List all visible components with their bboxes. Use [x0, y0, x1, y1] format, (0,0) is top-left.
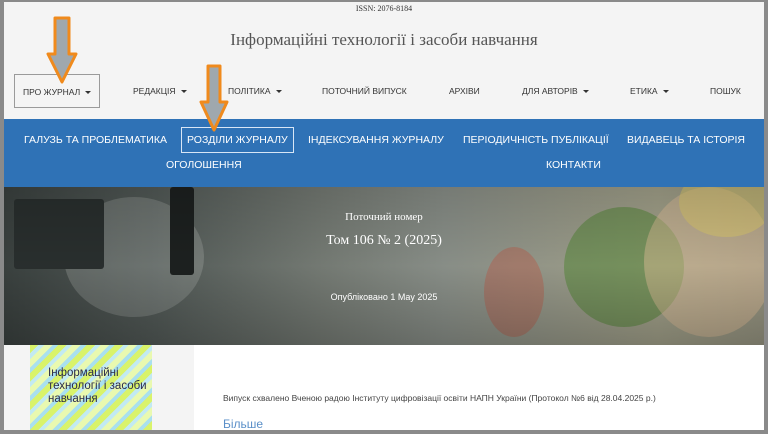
nav-policy[interactable]: ПОЛІТИКА [228, 74, 282, 108]
hero-banner: Поточний номер Том 106 № 2 (2025) Опублі… [4, 187, 764, 345]
issue-description-panel: Випуск схвалено Вченою радою Інституту ц… [194, 345, 764, 430]
nav-for-authors[interactable]: ДЛЯ АВТОРІВ [522, 74, 589, 108]
hero-issue-title[interactable]: Том 106 № 2 (2025) [4, 233, 764, 249]
issn-label: ISSN: 2076-8184 [355, 4, 413, 13]
chevron-down-icon [662, 90, 669, 94]
nav-about-journal-label: ПРО ЖУРНАЛ [23, 87, 81, 97]
hero-current-issue-label: Поточний номер [345, 211, 423, 223]
nav-ethics-label: ЕТИКА [630, 86, 658, 96]
issue-approval-text: Випуск схвалено Вченою радою Інституту ц… [223, 393, 656, 403]
site-title[interactable]: Інформаційні технології і засоби навчанн… [4, 30, 764, 50]
nav-policy-label: ПОЛІТИКА [228, 86, 271, 96]
submenu-field-and-scope[interactable]: ГАЛУЗЬ ТА ПРОБЛЕМАТИКА [24, 129, 167, 151]
nav-current-issue[interactable]: ПОТОЧНИЙ ВИПУСК [322, 74, 407, 108]
chevron-down-icon [85, 91, 92, 95]
nav-ethics[interactable]: ЕТИКА [630, 74, 669, 108]
nav-archives-label: АРХІВИ [449, 86, 480, 96]
submenu-publication-frequency[interactable]: ПЕРІОДИЧНІСТЬ ПУБЛІКАЦІЇ [463, 129, 609, 151]
nav-for-authors-label: ДЛЯ АВТОРІВ [522, 86, 578, 96]
submenu-journal-sections[interactable]: РОЗДІЛИ ЖУРНАЛУ [181, 127, 294, 153]
about-submenu: ГАЛУЗЬ ТА ПРОБЛЕМАТИКА РОЗДІЛИ ЖУРНАЛУ І… [4, 119, 764, 187]
submenu-announcements[interactable]: ОГОЛОШЕННЯ [166, 154, 242, 176]
browser-viewport: ISSN: 2076-8184 Інформаційні технології … [4, 2, 764, 430]
nav-archives[interactable]: АРХІВИ [449, 74, 480, 108]
submenu-contacts[interactable]: КОНТАКТИ [546, 154, 601, 176]
annotation-arrow-down [46, 16, 78, 84]
nav-search[interactable]: ПОШУК [710, 74, 741, 108]
chevron-down-icon [180, 90, 187, 94]
nav-editorial[interactable]: РЕДАКЦІЯ [133, 74, 187, 108]
journal-cover-image[interactable]: Інформаційні технології і засоби навчанн… [30, 345, 152, 430]
nav-current-issue-label: ПОТОЧНИЙ ВИПУСК [322, 86, 407, 96]
cover-title: Інформаційні технології і засоби навчанн… [48, 367, 147, 405]
submenu-journal-indexing[interactable]: ІНДЕКСУВАННЯ ЖУРНАЛУ [308, 129, 444, 151]
submenu-publisher-history[interactable]: ВИДАВЕЦЬ ТА ІСТОРІЯ [627, 129, 745, 151]
annotation-arrow-down [199, 64, 229, 132]
chevron-down-icon [275, 90, 282, 94]
hero-published-date: Опубліковано 1 May 2025 [330, 292, 438, 302]
primary-nav: ПРО ЖУРНАЛ РЕДАКЦІЯ ПОЛІТИКА ПОТОЧНИЙ ВИ… [4, 74, 764, 108]
chevron-down-icon [582, 90, 589, 94]
more-link[interactable]: Більше [223, 417, 263, 430]
nav-search-label: ПОШУК [710, 86, 741, 96]
nav-editorial-label: РЕДАКЦІЯ [133, 86, 176, 96]
